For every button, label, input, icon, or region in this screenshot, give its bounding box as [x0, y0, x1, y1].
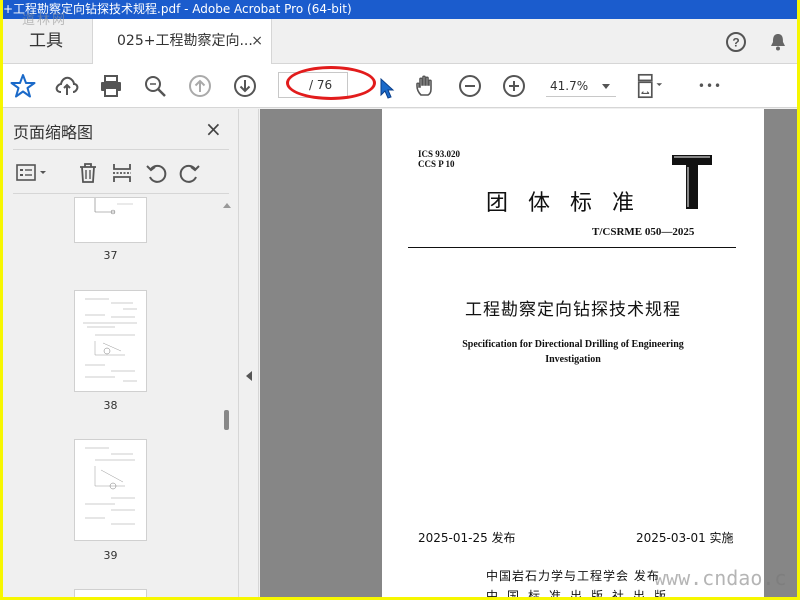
zoom-search-icon[interactable]: [141, 72, 169, 100]
thumbnail-page[interactable]: [74, 290, 147, 392]
more-icon[interactable]: •••: [693, 72, 727, 100]
highlight-ellipse: [286, 66, 376, 100]
help-icon[interactable]: ?: [725, 31, 747, 53]
chevron-down-icon: [602, 84, 610, 89]
standard-logo-t: [670, 153, 712, 209]
publisher-line: 中国标准出版社出版: [486, 589, 676, 597]
thumbnail-page[interactable]: [74, 439, 147, 541]
header-rule: [408, 247, 736, 248]
cloud-upload-icon[interactable]: [53, 72, 81, 100]
thumbnail-page[interactable]: [74, 589, 147, 597]
thumbnail-toolbar: [13, 149, 229, 194]
zoom-in-icon[interactable]: [500, 72, 528, 100]
page-up-icon[interactable]: [186, 72, 214, 100]
cursor-pointer-icon: [373, 74, 401, 102]
standard-type-title: 团体标准: [486, 191, 655, 216]
page-thumbnails-panel: 页面缩略图 × 37 38 39: [3, 109, 239, 597]
thumbnail-page-label: 37: [103, 249, 118, 262]
tab-document[interactable]: 025+工程勘察定向... ×: [92, 19, 272, 65]
thumbnail-list: 37 38 39: [13, 197, 218, 597]
scroll-up-icon[interactable]: [220, 200, 234, 210]
tab-document-label: 025+工程勘察定向...: [117, 33, 253, 49]
zoom-out-icon[interactable]: [456, 72, 484, 100]
window-title: +工程勘察定向钻探技术规程.pdf - Adobe Acrobat Pro (6…: [3, 0, 797, 19]
rotate-ccw-icon[interactable]: [143, 160, 169, 186]
thumbnail-page-label: 38: [103, 399, 118, 412]
collapse-arrow-icon: [246, 371, 252, 381]
scrollbar-thumb[interactable]: [224, 410, 229, 430]
zoom-level-value: 41.7%: [550, 79, 589, 93]
delete-page-icon[interactable]: [75, 160, 101, 186]
tab-close-button[interactable]: ×: [251, 19, 263, 64]
hand-tool-icon[interactable]: [412, 72, 440, 100]
rotate-cw-icon[interactable]: [177, 160, 203, 186]
svg-text:?: ?: [732, 36, 739, 50]
standard-number: T/CSRME 050—2025: [592, 226, 695, 238]
panel-title: 页面缩略图: [13, 123, 94, 142]
print-icon[interactable]: [97, 72, 125, 100]
pdf-page: ICS 93.020 CCS P 10 团体标准 T/CSRME 050—202…: [382, 109, 764, 597]
main-toolbar: / 76 41.7% •••: [3, 64, 797, 108]
acrobat-window: +工程勘察定向钻探技术规程.pdf - Adobe Acrobat Pro (6…: [3, 0, 797, 597]
star-icon[interactable]: [9, 72, 37, 100]
zoom-level-dropdown[interactable]: 41.7%: [546, 75, 616, 97]
implement-date: 2025-03-01 实施: [636, 531, 734, 545]
ics-code: ICS 93.020 CCS P 10: [418, 149, 461, 169]
issuer-line: 中国岩石力学与工程学会 发布: [486, 569, 660, 583]
comment-icon[interactable]: [789, 72, 797, 100]
tab-bar: 工具 025+工程勘察定向... × ?: [3, 19, 797, 65]
thumbnail-page[interactable]: [74, 197, 147, 243]
document-title-zh: 工程勘察定向钻探技术规程: [465, 300, 681, 320]
document-title-en: Specification for Directional Drilling o…: [462, 339, 684, 365]
watermark-top-left: 道林网: [22, 13, 68, 28]
publish-date: 2025-01-25 发布: [418, 531, 516, 545]
watermark-bottom-right: www.cndao.c: [654, 566, 787, 590]
panel-collapse-handle[interactable]: [240, 109, 259, 597]
thumbnail-page-label: 39: [103, 549, 118, 562]
page-fit-icon[interactable]: [635, 72, 663, 100]
panel-close-button[interactable]: ×: [205, 117, 222, 141]
document-view[interactable]: ICS 93.020 CCS P 10 团体标准 T/CSRME 050—202…: [260, 109, 797, 597]
page-down-icon[interactable]: [231, 72, 259, 100]
notification-bell-icon[interactable]: [767, 31, 789, 53]
thumbnail-scrollbar[interactable]: [220, 200, 234, 597]
thumbnail-options-icon[interactable]: [15, 160, 51, 186]
insert-page-icon[interactable]: [109, 160, 135, 186]
